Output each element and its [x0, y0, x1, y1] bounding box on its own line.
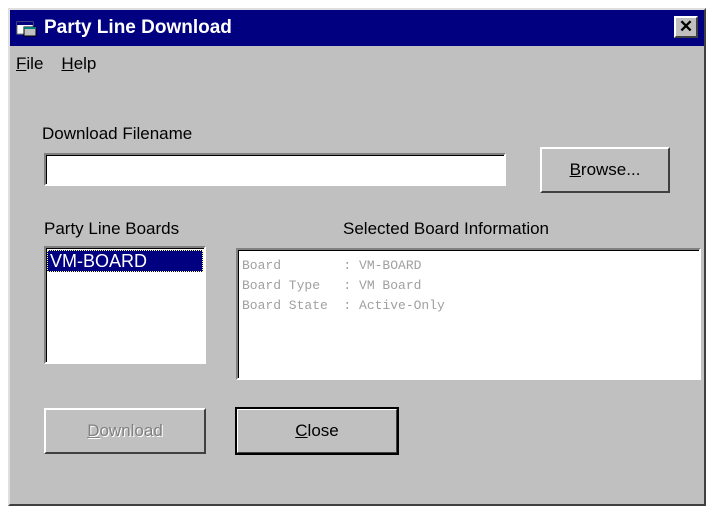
list-item[interactable]: VM-BOARD: [47, 250, 203, 272]
party-line-download-window: Party Line Download ✕ File Help Download…: [8, 8, 706, 506]
party-line-boards-label: Party Line Boards: [44, 219, 180, 238]
close-button[interactable]: Close: [235, 407, 399, 455]
download-button[interactable]: Download: [44, 408, 206, 454]
menu-file-label: ile: [26, 54, 44, 73]
selected-board-info-label: Selected Board Information: [343, 219, 550, 238]
board-type-line: Board Type : VM Board: [242, 278, 422, 293]
window-title: Party Line Download: [44, 17, 232, 38]
menu-help-label: elp: [73, 54, 97, 73]
browse-button[interactable]: Browse...: [540, 147, 670, 193]
close-button-mnemonic: C: [295, 421, 308, 440]
menu-file-mnemonic: F: [16, 54, 27, 73]
close-window-button[interactable]: ✕: [674, 16, 698, 38]
selected-board-info-box: Board : VM-BOARD Board Type : VM Board B…: [236, 248, 701, 380]
board-state-line: Board State : Active-Only: [242, 298, 445, 313]
close-button-label: lose: [307, 421, 339, 440]
title-bar[interactable]: Party Line Download ✕: [10, 10, 704, 46]
close-icon: ✕: [678, 17, 694, 36]
menu-bar: File Help: [10, 50, 704, 78]
menu-help[interactable]: Help: [59, 54, 98, 74]
menu-help-mnemonic: H: [61, 54, 74, 73]
browse-button-mnemonic: B: [569, 160, 581, 179]
party-line-boards-list[interactable]: VM-BOARD: [44, 246, 206, 364]
browse-button-label: rowse...: [580, 160, 641, 179]
board-name-line: Board : VM-BOARD: [242, 258, 422, 273]
download-filename-label: Download Filename: [42, 124, 193, 143]
menu-file[interactable]: File: [14, 54, 45, 74]
download-filename-input[interactable]: [44, 153, 506, 186]
download-button-mnemonic: D: [87, 421, 100, 440]
app-window-icon: [16, 19, 38, 37]
download-button-label: ownload: [99, 421, 163, 440]
